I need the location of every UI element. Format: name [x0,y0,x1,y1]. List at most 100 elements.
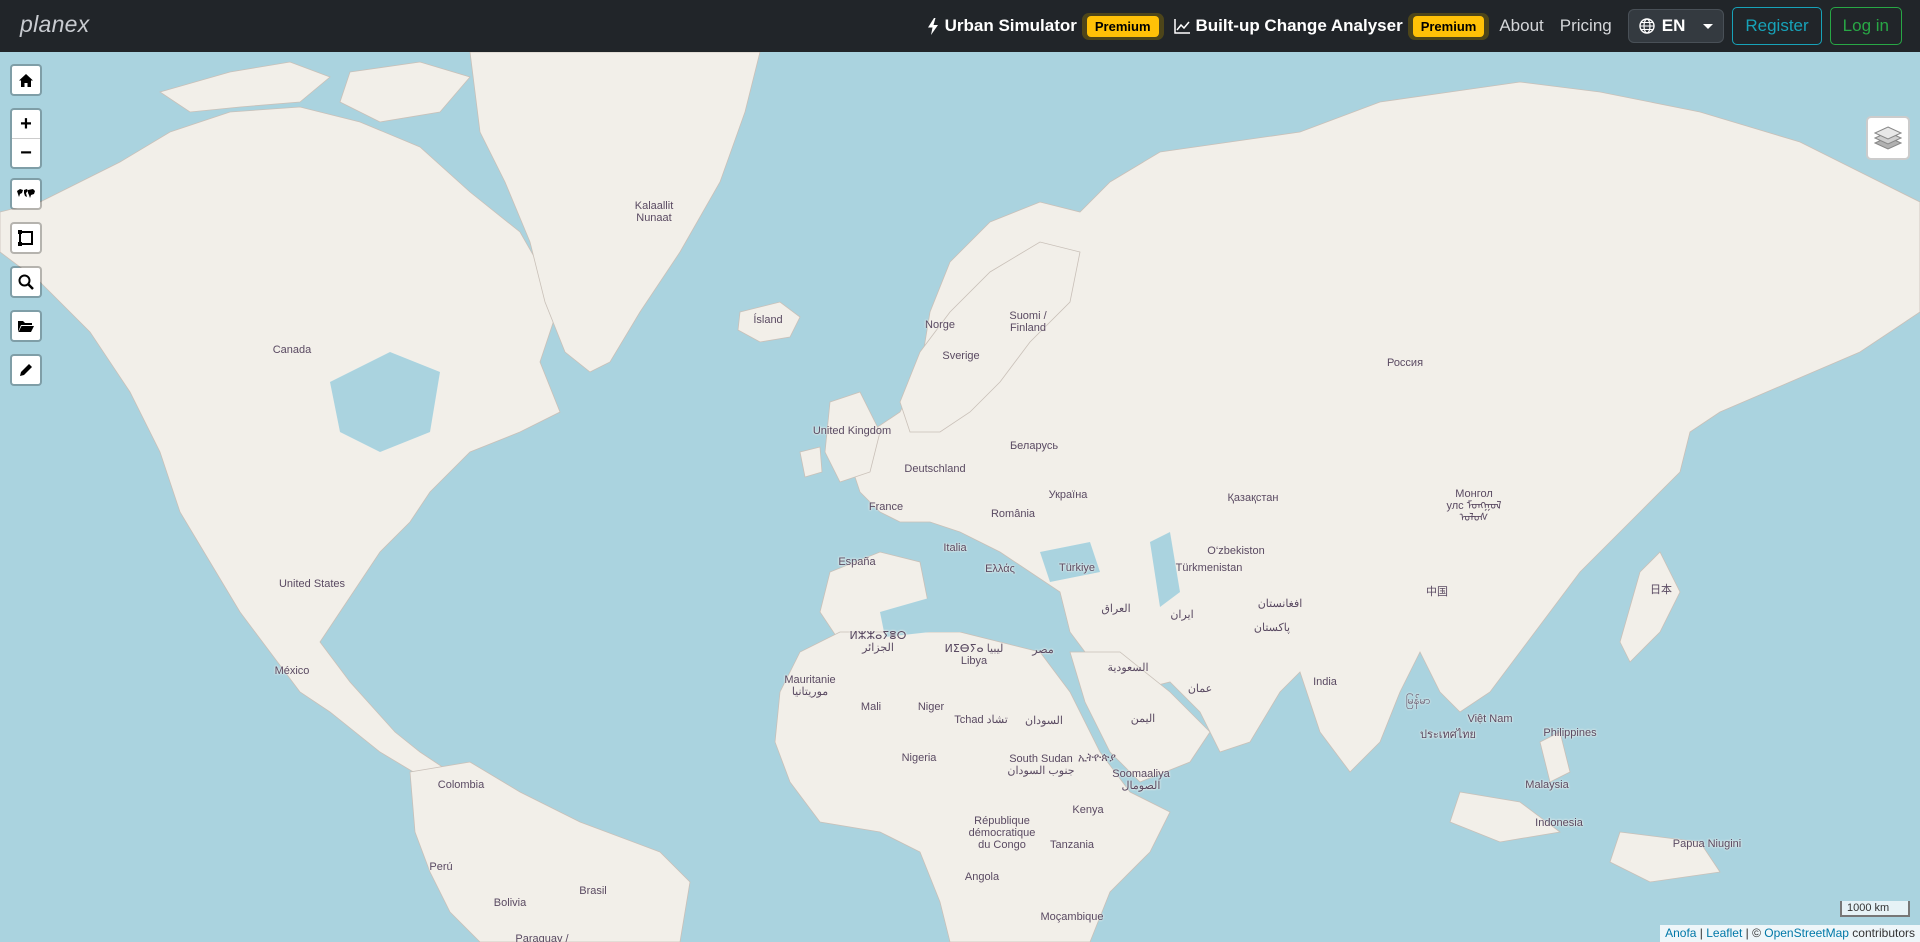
layers-icon [1874,126,1902,150]
map-label-france: France [868,501,904,513]
layers-button[interactable] [1866,116,1910,160]
zoom-in-button[interactable]: + [12,110,40,138]
map-label-japan: 日本 [1650,584,1672,596]
map-label-romania: România [990,508,1036,520]
pencil-icon [20,364,32,376]
map-label-finland: Suomi / Finland [1009,310,1047,334]
world-view-button[interactable] [12,180,40,208]
map-label-somalia: Soomaaliya الصومال [1112,768,1170,792]
map-label-malaysia: Malaysia [1525,779,1569,791]
map-label-nigeria: Nigeria [901,752,937,764]
home-control [10,64,42,96]
login-button[interactable]: Log in [1829,7,1902,45]
map-label-brasil: Brasil [579,885,607,897]
map-label-saudi: السعودية [1107,662,1149,674]
urban-simulator-label: Urban Simulator [944,16,1077,35]
map-label-uk: United Kingdom [812,425,892,437]
map-label-angola: Angola [964,871,1000,883]
draw-rectangle-button[interactable] [12,224,40,252]
map-label-mexico: México [274,665,310,677]
map-label-drc: République démocratique du Congo [968,815,1036,851]
map-label-vietnam: Việt Nam [1467,713,1513,725]
lightning-icon [927,17,938,35]
change-premium-badge: Premium [1412,15,1485,37]
map-label-kenya: Kenya [1072,804,1104,816]
brand-logo[interactable]: planex [20,11,90,38]
attribution-anofa-link[interactable]: Anofa [1665,926,1696,940]
map-scale: 1000 km [1840,901,1910,917]
map-label-niger: Niger [917,701,945,713]
map-label-colombia: Colombia [437,779,485,791]
map-label-greece: Ελλάς [985,563,1015,575]
map-label-germany: Deutschland [904,463,966,475]
map-attribution: Anofa | Leaflet | © OpenStreetMap contri… [1660,925,1920,942]
search-control [10,266,42,298]
map-label-russia: Россия [1386,357,1424,369]
map-label-mozambique: Moçambique [1040,911,1104,923]
map-label-belarus: Беларусь [1009,440,1059,452]
change-analyser-label: Built-up Change Analyser [1195,16,1403,35]
map-label-norway: Norge [925,319,955,331]
open-file-control [10,310,42,342]
nav-change-analyser[interactable]: Built-up Change Analyser [1173,16,1403,36]
map-label-sudan: السودان [1025,715,1063,727]
language-dropdown[interactable]: EN [1627,9,1725,43]
world-basemap [0,52,1920,942]
map-label-china: 中国 [1426,586,1448,598]
map-label-usa: United States [278,578,346,590]
map-label-bolivia: Bolivia [493,897,527,909]
map-label-greenland: Kalaallit Nunaat [634,200,674,224]
home-button[interactable] [12,66,40,94]
open-file-button[interactable] [12,312,40,340]
map-label-philippines: Philippines [1543,727,1597,739]
map-label-algeria: ⵍⵣⵣⴰⵢⴻⵔ الجزائر [849,630,907,654]
globe-icon [1639,18,1655,34]
map-label-pakistan: پاکستان [1253,622,1291,634]
urban-premium-badge: Premium [1086,15,1159,37]
map-label-papua: Papua Niugini [1672,838,1742,850]
attribution-osm-link[interactable]: OpenStreetMap [1764,926,1849,940]
map-label-afghanistan: افغانستان [1257,598,1303,610]
map-label-india: India [1313,676,1337,688]
register-button[interactable]: Register [1732,7,1822,45]
language-label: EN [1661,16,1686,35]
map-label-yemen: اليمن [1130,713,1156,725]
map-label-paraguay: Paraguay / [515,933,569,942]
search-button[interactable] [12,268,40,296]
attribution-leaflet-link[interactable]: Leaflet [1706,926,1742,940]
map-label-italy: Italia [943,542,967,554]
edit-button[interactable] [12,356,40,384]
nav-about[interactable]: About [1499,16,1543,36]
map-label-mongolia: Монгол улс ᠮᠣᠩᠭᠣᠯ ᠤᠯᠤᠰ [1446,488,1502,524]
draw-rectangle-control [10,222,42,254]
attribution-separator: | [1696,926,1707,940]
urban-premium-badge-wrap: Premium [1081,12,1164,40]
attribution-copyright: | © [1742,926,1765,940]
nav-urban-simulator[interactable]: Urban Simulator [927,16,1077,36]
map-label-turkmenistan: Türkmenistan [1175,562,1243,574]
map-label-iraq: العراق [1101,603,1131,615]
world-map-icon [17,189,35,198]
nav-pricing[interactable]: Pricing [1560,16,1612,36]
map-label-turkey: Türkiye [1058,562,1096,574]
map-label-libya: ⵍⵉⴱⵢⴰ ليبيا Libya [944,643,1004,667]
map-label-mali: Mali [860,701,882,713]
map-label-iceland: Ísland [753,314,783,326]
map-label-uzbekistan: O‘zbekiston [1207,545,1265,557]
map-label-thailand: ประเทศไทย [1419,729,1477,741]
map-label-mauritania: Mauritanie موريتانيا [784,674,836,698]
change-premium-badge-wrap: Premium [1407,12,1490,40]
map-label-south-sudan: South Sudan جنوب السودان [1007,753,1075,777]
map-canvas[interactable]: Kalaallit Nunaat Ísland Canada Norge Suo… [0,52,1920,942]
line-chart-icon [1173,18,1190,34]
map-label-indonesia: Indonesia [1535,817,1583,829]
folder-icon [18,320,34,332]
zoom-out-button[interactable]: − [12,138,40,167]
map-label-chad: Tchad تشاد [954,714,1008,726]
map-label-sweden: Sverige [942,350,980,362]
map-label-peru: Perú [429,861,453,873]
world-control [10,178,42,210]
map-label-kazakhstan: Қазақстан [1227,492,1279,504]
search-icon [18,274,34,290]
home-icon [19,73,33,87]
